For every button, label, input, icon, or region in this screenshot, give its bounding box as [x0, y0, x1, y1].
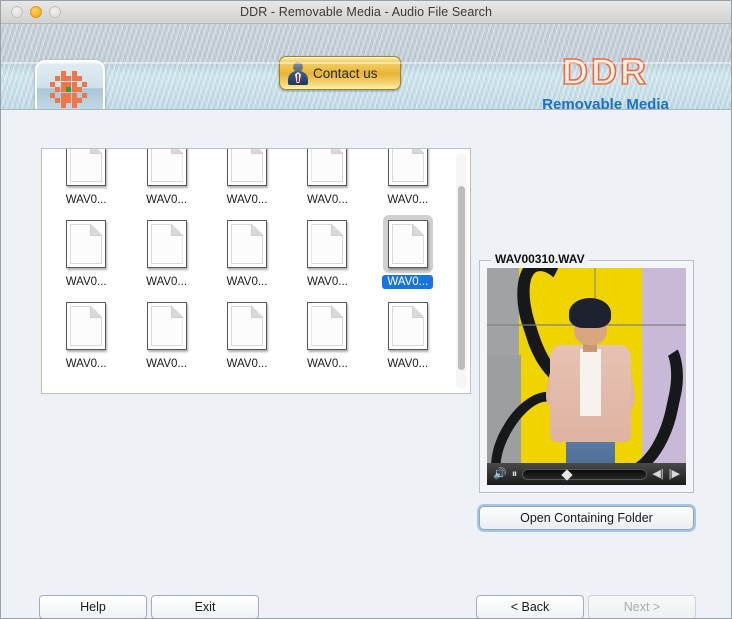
document-icon — [226, 302, 267, 350]
file-icon-wrap — [142, 297, 192, 355]
document-icon — [66, 149, 107, 186]
file-list-panel: WAV0... WAV0... WAV0... WAV0... WAV0... WAV0.… — [41, 148, 471, 394]
close-button[interactable] — [11, 6, 23, 18]
document-icon — [226, 149, 267, 186]
file-label: WAV0... — [226, 276, 268, 288]
file-item[interactable]: WAV0... — [287, 297, 367, 371]
file-icon-wrap — [382, 215, 433, 273]
pause-icon[interactable]: ⏸ — [512, 468, 518, 480]
contact-us-label: Contact us — [313, 65, 378, 81]
player-controls: 🔊 ⏸ ◀| |▶ — [487, 463, 686, 485]
file-icon-wrap — [142, 215, 192, 273]
file-icon-wrap — [302, 297, 352, 355]
file-item[interactable]: WAV0... — [287, 149, 367, 207]
document-icon — [307, 149, 348, 186]
app-logo-icon — [35, 60, 105, 109]
document-icon — [307, 220, 348, 268]
document-icon — [307, 302, 348, 350]
window-title: DDR - Removable Media - Audio File Searc… — [239, 5, 493, 19]
step-backward-icon[interactable]: ◀| — [652, 468, 663, 480]
file-label: WAV0... — [382, 275, 434, 289]
open-containing-folder-button[interactable]: Open Containing Folder — [479, 506, 694, 530]
back-button[interactable]: < Back — [476, 595, 584, 618]
file-icon-wrap — [222, 149, 272, 191]
document-icon — [387, 220, 428, 268]
document-icon — [387, 302, 428, 350]
contact-us-button[interactable]: Contact us — [279, 56, 401, 90]
media-player: 🔊 ⏸ ◀| |▶ — [487, 268, 686, 485]
header-banner: Contact us DDR Removable Media — [1, 24, 731, 110]
window-controls — [11, 6, 61, 18]
next-button: Next > — [588, 595, 696, 618]
app-window: DDR - Removable Media - Audio File Searc… — [0, 0, 732, 619]
slider-handle[interactable] — [560, 468, 573, 481]
brand-name: DDR — [561, 51, 649, 92]
file-item[interactable]: WAV0... — [368, 215, 448, 289]
brand-subtitle: Removable Media — [542, 96, 669, 110]
file-label: WAV0... — [387, 194, 429, 206]
file-item[interactable]: WAV0... — [207, 215, 287, 289]
file-item[interactable]: WAV0... — [368, 297, 448, 371]
file-item[interactable]: WAV0... — [46, 297, 126, 371]
brand-logo: DDR Removable Media — [508, 51, 703, 110]
file-item[interactable]: WAV0... — [126, 297, 206, 371]
file-icon-wrap — [61, 149, 111, 191]
file-label: WAV0... — [226, 194, 268, 206]
file-list-scrollbar[interactable] — [456, 153, 467, 389]
file-item[interactable]: WAV0... — [126, 149, 206, 207]
file-icon-wrap — [61, 297, 111, 355]
document-icon — [226, 220, 267, 268]
file-label: WAV0... — [226, 358, 268, 370]
document-icon — [146, 302, 187, 350]
file-grid: WAV0... WAV0... WAV0... WAV0... WAV0... WAV0.… — [42, 149, 452, 371]
step-forward-icon[interactable]: |▶ — [669, 468, 680, 480]
file-label: WAV0... — [146, 358, 188, 370]
document-icon — [66, 302, 107, 350]
preview-filename: WAV00310.WAV — [491, 252, 589, 266]
document-icon — [146, 220, 187, 268]
file-icon-wrap — [383, 297, 433, 355]
file-icon-wrap — [142, 149, 192, 191]
file-label: WAV0... — [65, 194, 107, 206]
zoom-button[interactable] — [49, 6, 61, 18]
file-label: WAV0... — [306, 194, 348, 206]
file-icon-wrap — [302, 215, 352, 273]
file-label: WAV0... — [387, 358, 429, 370]
file-label: WAV0... — [146, 276, 188, 288]
file-label: WAV0... — [146, 194, 188, 206]
speaker-icon[interactable]: 🔊 — [493, 468, 507, 480]
file-item[interactable]: WAV0... — [46, 215, 126, 289]
document-icon — [387, 149, 428, 186]
file-icon-wrap — [222, 215, 272, 273]
preview-panel: 🔊 ⏸ ◀| |▶ — [479, 260, 694, 493]
person-icon — [288, 61, 308, 85]
file-label: WAV0... — [65, 358, 107, 370]
document-icon — [66, 220, 107, 268]
file-item[interactable]: WAV0... — [207, 297, 287, 371]
file-item[interactable]: WAV0... — [126, 215, 206, 289]
file-item[interactable]: WAV0... — [287, 215, 367, 289]
document-icon — [146, 149, 187, 186]
title-bar: DDR - Removable Media - Audio File Searc… — [1, 1, 731, 24]
file-icon-wrap — [222, 297, 272, 355]
exit-button[interactable]: Exit — [151, 595, 259, 618]
file-icon-wrap — [302, 149, 352, 191]
file-label: WAV0... — [306, 358, 348, 370]
file-item[interactable]: WAV0... — [207, 149, 287, 207]
preview-image — [487, 268, 686, 485]
minimize-button[interactable] — [30, 6, 42, 18]
file-icon-wrap — [383, 149, 433, 191]
content-area: WAV0... WAV0... WAV0... WAV0... WAV0... WAV0.… — [1, 110, 731, 618]
file-item[interactable]: WAV0... — [368, 149, 448, 207]
file-label: WAV0... — [306, 276, 348, 288]
file-item[interactable]: WAV0... — [46, 149, 126, 207]
help-button[interactable]: Help — [39, 595, 147, 618]
checkered-flower-icon — [50, 71, 90, 109]
file-icon-wrap — [61, 215, 111, 273]
scrollbar-thumb[interactable] — [458, 186, 465, 371]
file-label: WAV0... — [65, 276, 107, 288]
playback-slider[interactable] — [522, 468, 648, 481]
